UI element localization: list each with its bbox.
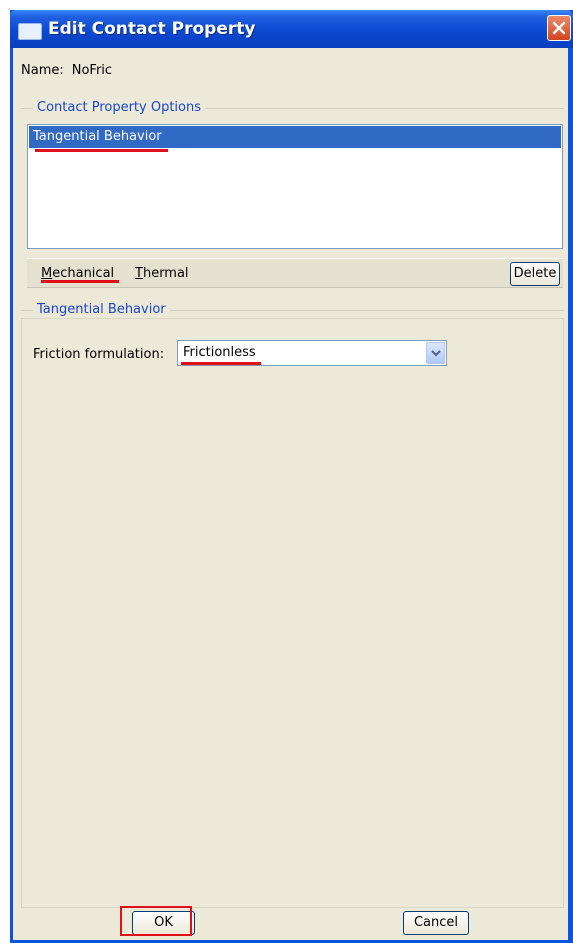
annotation-underline-list-item xyxy=(35,149,168,152)
name-row: Name: NoFric xyxy=(21,63,112,78)
behavior-panel xyxy=(21,318,564,908)
dialog-body: Name: NoFric Contact Property Options Tan… xyxy=(13,48,568,940)
delete-button[interactable]: Delete xyxy=(510,262,560,286)
cancel-button[interactable]: Cancel xyxy=(403,911,469,935)
option-menu-bar: Mechanical Thermal xyxy=(27,258,563,288)
window-title: Edit Contact Property xyxy=(48,19,256,39)
window-icon xyxy=(18,23,42,40)
list-item-tangential-behavior[interactable]: Tangential Behavior xyxy=(29,126,561,148)
name-value: NoFric xyxy=(71,63,113,78)
menu-mechanical[interactable]: Mechanical xyxy=(41,266,114,281)
options-group-title: Contact Property Options xyxy=(33,100,206,115)
menu-thermal[interactable]: Thermal xyxy=(135,266,189,281)
title-bar[interactable]: Edit Contact Property xyxy=(10,10,573,48)
contact-options-list[interactable]: Tangential Behavior xyxy=(27,124,563,249)
name-label: Name: xyxy=(21,63,64,78)
edit-contact-property-window: Edit Contact Property Name: NoFric Contac… xyxy=(10,10,573,943)
close-button[interactable] xyxy=(547,15,571,41)
close-icon xyxy=(552,21,566,35)
behavior-group-title: Tangential Behavior xyxy=(33,302,170,317)
annotation-box-ok xyxy=(120,906,192,936)
annotation-underline-mechanical xyxy=(41,280,119,283)
